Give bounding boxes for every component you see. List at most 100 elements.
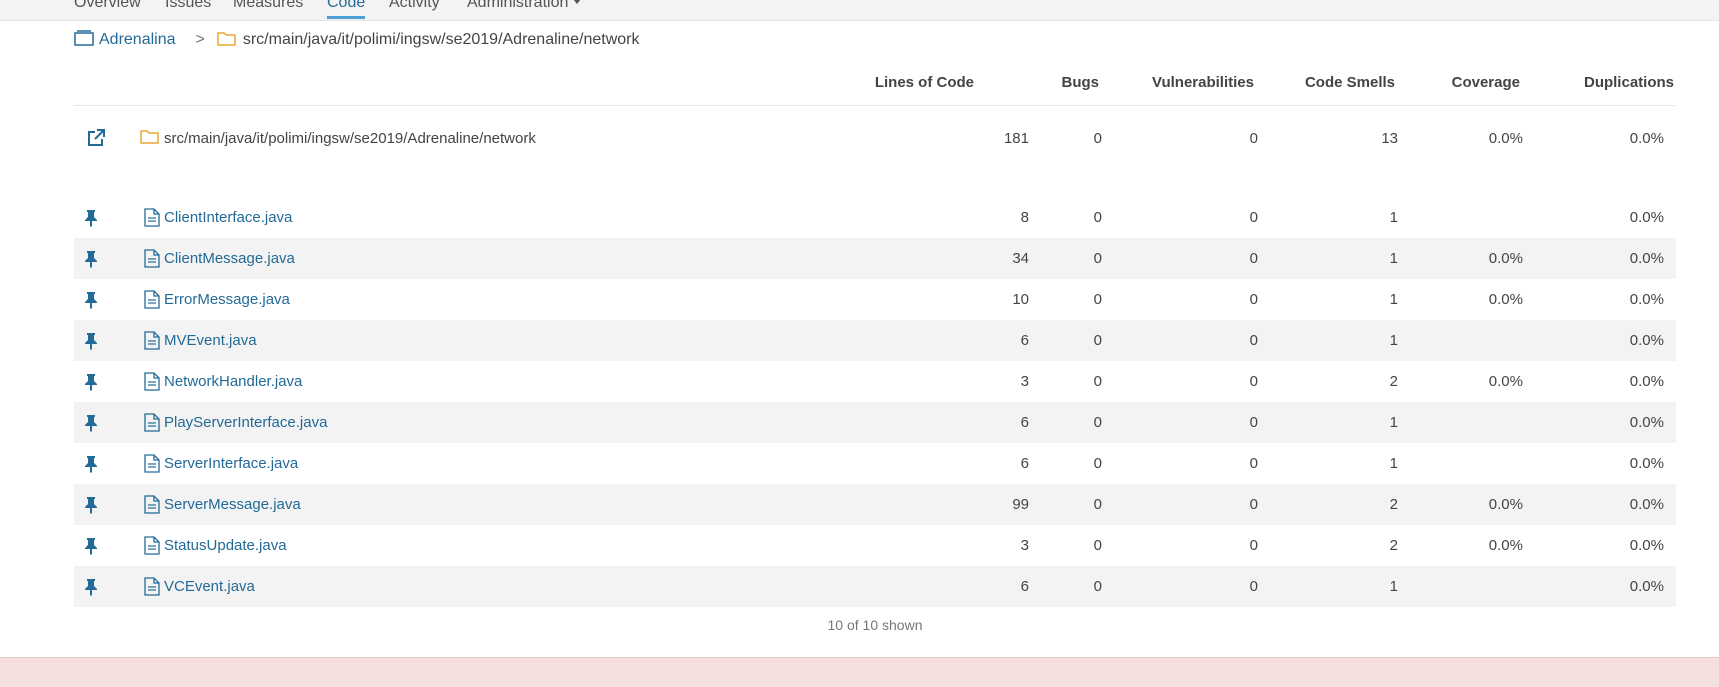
lines-of-code[interactable]: 3 [1021,361,1029,402]
duplications[interactable]: 0.0% [1630,320,1664,361]
code-smells[interactable]: 1 [1390,320,1398,361]
duplications[interactable]: 0.0% [1630,525,1664,566]
vulnerabilities[interactable]: 0 [1250,118,1258,159]
lines-of-code[interactable]: 34 [1012,238,1029,279]
bugs[interactable]: 0 [1094,320,1102,361]
file-name-link[interactable]: ErrorMessage.java [164,279,290,320]
file-name-link[interactable]: NetworkHandler.java [164,361,302,402]
shown-count: 10 of 10 shown [827,617,923,633]
coverage[interactable]: 0.0% [1489,238,1523,279]
breadcrumb-project-link[interactable]: Adrenalina [99,31,176,49]
duplications[interactable]: 0.0% [1630,118,1664,159]
bugs[interactable]: 0 [1094,197,1102,238]
bugs[interactable]: 0 [1094,118,1102,159]
file-name-link[interactable]: StatusUpdate.java [164,525,287,566]
file-name-link[interactable]: VCEvent.java [164,566,255,607]
nav-code[interactable]: Code [327,0,366,19]
lines-of-code[interactable]: 6 [1021,566,1029,607]
vulnerabilities[interactable]: 0 [1250,402,1258,443]
code-smells[interactable]: 1 [1390,402,1398,443]
lines-of-code[interactable]: 8 [1021,197,1029,238]
coverage[interactable]: 0.0% [1489,484,1523,525]
bugs[interactable]: 0 [1094,443,1102,484]
vulnerabilities[interactable]: 0 [1250,566,1258,607]
duplications[interactable]: 0.0% [1630,361,1664,402]
nav-issues[interactable]: Issues [165,0,211,12]
file-name-link[interactable]: ServerMessage.java [164,484,301,525]
coverage[interactable]: 0.0% [1489,361,1523,402]
duplications[interactable]: 0.0% [1630,566,1664,607]
duplications[interactable]: 0.0% [1630,238,1664,279]
bugs[interactable]: 0 [1094,402,1102,443]
vulnerabilities[interactable]: 0 [1250,238,1258,279]
code-smells[interactable]: 1 [1390,238,1398,279]
duplications[interactable]: 0.0% [1630,402,1664,443]
file-name-link[interactable]: PlayServerInterface.java [164,402,327,443]
file-name-link[interactable]: ClientMessage.java [164,238,295,279]
lines-of-code[interactable]: 6 [1021,320,1029,361]
code-smells[interactable]: 2 [1390,484,1398,525]
nav-measures[interactable]: Measures [233,0,303,12]
vulnerabilities[interactable]: 0 [1250,484,1258,525]
nav-overview[interactable]: Overview [74,0,141,12]
vulnerabilities[interactable]: 0 [1250,320,1258,361]
lines-of-code[interactable]: 3 [1021,525,1029,566]
duplications[interactable]: 0.0% [1630,443,1664,484]
external-link-icon[interactable] [86,128,106,153]
pin-icon[interactable] [84,455,98,478]
bugs[interactable]: 0 [1094,238,1102,279]
code-smells[interactable]: 13 [1381,118,1398,159]
nav-activity[interactable]: Activity [389,0,440,12]
coverage[interactable]: 0.0% [1489,279,1523,320]
directory-name: src/main/java/it/polimi/ingsw/se2019/Adr… [164,130,536,147]
vulnerabilities[interactable]: 0 [1250,197,1258,238]
table-row: ErrorMessage.java 10 0 0 1 0.0% 0.0% [74,279,1676,320]
lines-of-code[interactable]: 99 [1012,484,1029,525]
table-row: ClientInterface.java 8 0 0 1 0.0% [74,197,1676,238]
code-smells[interactable]: 1 [1390,566,1398,607]
lines-of-code[interactable]: 181 [1004,118,1029,159]
lines-of-code[interactable]: 6 [1021,443,1029,484]
pin-icon[interactable] [84,414,98,437]
bugs[interactable]: 0 [1094,484,1102,525]
code-smells[interactable]: 1 [1390,443,1398,484]
pin-icon[interactable] [84,209,98,232]
lines-of-code[interactable]: 6 [1021,402,1029,443]
vulnerabilities[interactable]: 0 [1250,279,1258,320]
duplications[interactable]: 0.0% [1630,279,1664,320]
code-smells[interactable]: 2 [1390,361,1398,402]
coverage[interactable]: 0.0% [1489,525,1523,566]
pin-icon[interactable] [84,537,98,560]
bugs[interactable]: 0 [1094,525,1102,566]
file-name-link[interactable]: ClientInterface.java [164,197,292,238]
col-coverage[interactable]: Coverage [1452,74,1520,91]
code-smells[interactable]: 1 [1390,279,1398,320]
lines-of-code[interactable]: 10 [1012,279,1029,320]
vulnerabilities[interactable]: 0 [1250,443,1258,484]
file-name-link[interactable]: MVEvent.java [164,320,257,361]
col-vulnerabilities[interactable]: Vulnerabilities [1152,74,1254,91]
duplications[interactable]: 0.0% [1630,484,1664,525]
nav-administration[interactable]: Administration [467,0,582,12]
duplications[interactable]: 0.0% [1630,197,1664,238]
code-smells[interactable]: 2 [1390,525,1398,566]
vulnerabilities[interactable]: 0 [1250,525,1258,566]
pin-icon[interactable] [84,332,98,355]
file-name-link[interactable]: ServerInterface.java [164,443,298,484]
col-lines-of-code[interactable]: Lines of Code [875,74,974,91]
bugs[interactable]: 0 [1094,279,1102,320]
code-smells[interactable]: 1 [1390,197,1398,238]
pin-icon[interactable] [84,578,98,601]
bugs[interactable]: 0 [1094,361,1102,402]
pin-icon[interactable] [84,291,98,314]
vulnerabilities[interactable]: 0 [1250,361,1258,402]
col-duplications[interactable]: Duplications [1584,74,1674,91]
folder-icon [217,30,236,51]
pin-icon[interactable] [84,496,98,519]
col-bugs[interactable]: Bugs [1062,74,1100,91]
pin-icon[interactable] [84,250,98,273]
bugs[interactable]: 0 [1094,566,1102,607]
pin-icon[interactable] [84,373,98,396]
col-code-smells[interactable]: Code Smells [1305,74,1395,91]
coverage[interactable]: 0.0% [1489,118,1523,159]
